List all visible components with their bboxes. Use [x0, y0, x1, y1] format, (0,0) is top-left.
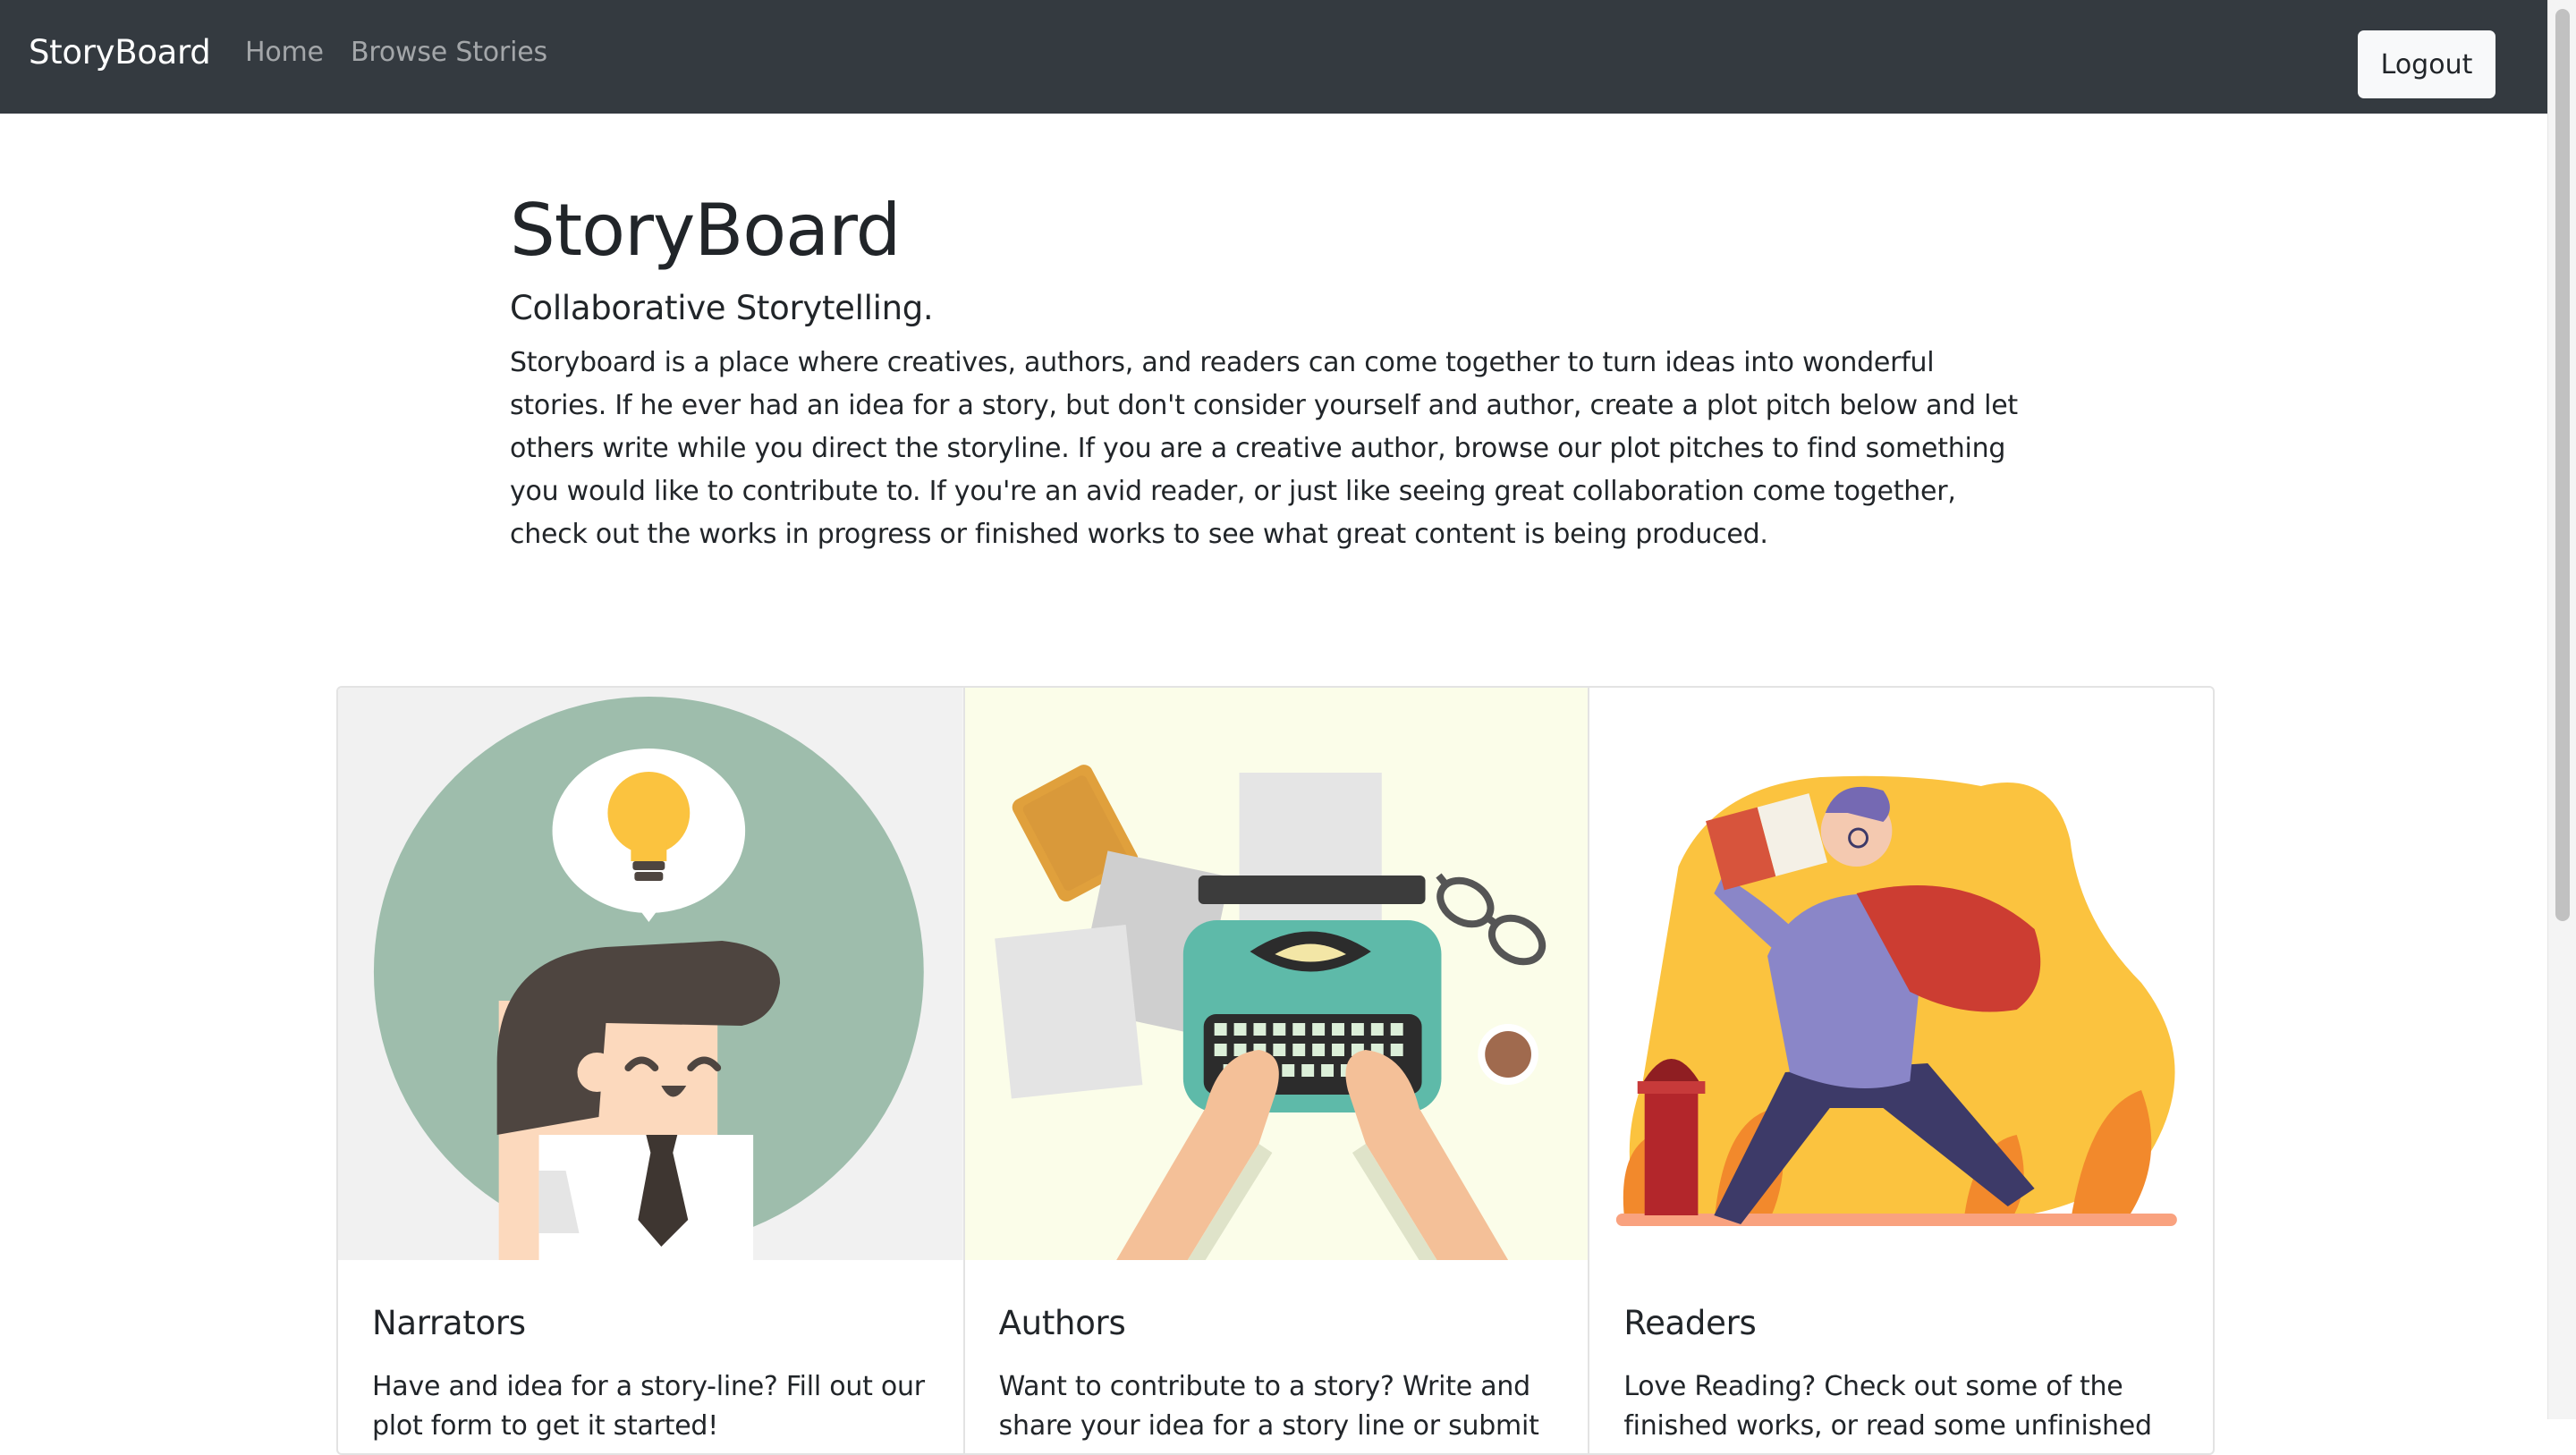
page-title: StoryBoard	[510, 189, 901, 272]
typewriter-illustration	[964, 688, 1589, 1260]
role-card-deck: Narrators Have and idea for a story-line…	[336, 686, 2215, 1455]
card-body: Authors Want to contribute to a story? W…	[965, 1260, 1589, 1446]
narrator-lightbulb-illustration	[338, 688, 963, 1260]
card-text: Want to contribute to a story? Write and…	[998, 1371, 1539, 1442]
logout-button[interactable]: Logout	[2358, 30, 2496, 98]
reader-walking-illustration	[1589, 688, 2213, 1260]
card-body: Readers Love Reading? Check out some of …	[1589, 1260, 2213, 1446]
card-body: Narrators Have and idea for a story-line…	[338, 1260, 963, 1446]
card-authors: Authors Want to contribute to a story? W…	[962, 688, 1589, 1453]
card-title: Authors	[998, 1304, 1126, 1342]
nav-link-browse-stories[interactable]: Browse Stories	[351, 33, 547, 72]
card-text: Have and idea for a story-line? Fill out…	[372, 1371, 925, 1442]
page-scrollbar[interactable]	[2547, 0, 2576, 1419]
card-readers: Readers Love Reading? Check out some of …	[1588, 688, 2213, 1453]
hero-jumbotron: StoryBoard Collaborative Storytelling. S…	[510, 188, 2030, 556]
intro-paragraph: Storyboard is a place where creatives, a…	[510, 347, 2018, 550]
navbar-brand[interactable]: StoryBoard	[29, 30, 211, 75]
card-narrators: Narrators Have and idea for a story-line…	[338, 688, 963, 1453]
card-title: Narrators	[372, 1304, 526, 1342]
page-subtitle: Collaborative Storytelling.	[510, 289, 934, 327]
nav-link-home[interactable]: Home	[245, 33, 324, 72]
card-title: Readers	[1623, 1304, 1757, 1342]
card-text: Love Reading? Check out some of the fini…	[1623, 1371, 2152, 1442]
scrollbar-thumb[interactable]	[2555, 9, 2570, 921]
top-navbar: StoryBoard Home Browse Stories Logout	[0, 0, 2547, 114]
